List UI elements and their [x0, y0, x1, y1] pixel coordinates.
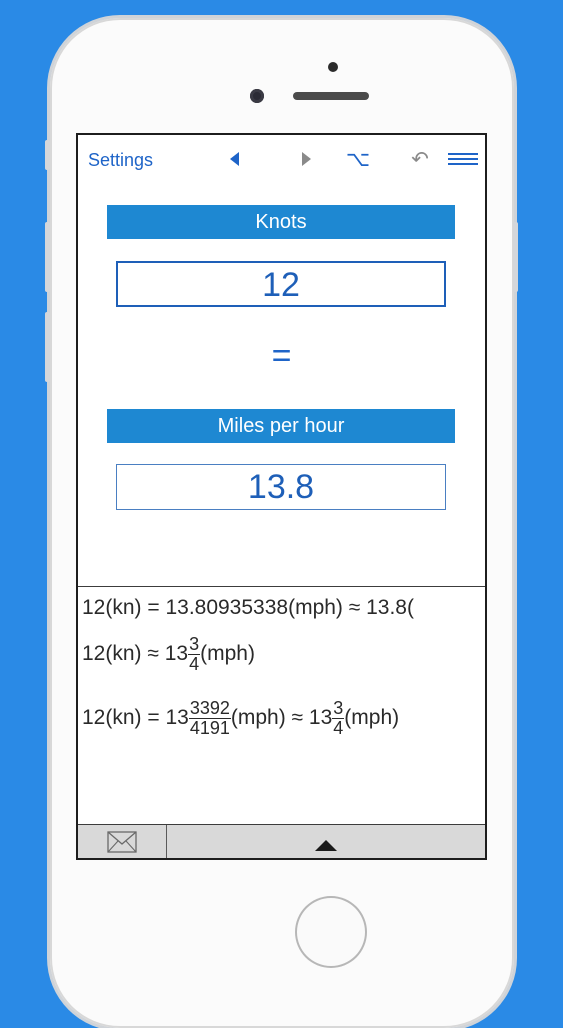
result-line-exact-fraction: 12(kn) = 13 3392 4191 (mph) ≈ 13 3 4 (mph) [82, 698, 400, 738]
back-arrow-icon[interactable] [224, 147, 244, 171]
from-unit-selector[interactable]: Knots [107, 205, 455, 239]
equals-sign: = [271, 337, 292, 375]
mail-icon [107, 830, 137, 853]
result-line-decimal: 12(kn) = 13.80935338(mph) ≈ 13.8( [82, 596, 414, 619]
results-divider [78, 586, 485, 587]
undo-icon[interactable]: ↶ [406, 147, 434, 171]
front-camera [250, 89, 264, 103]
mail-button[interactable] [78, 825, 167, 858]
fraction: 34 [332, 698, 345, 738]
expand-up-icon [315, 840, 337, 851]
home-button[interactable] [295, 896, 367, 968]
result-value-field: 13.8 [116, 464, 446, 510]
app-screen: Settings ⌥ ↶ Knots 12 = Miles per hour 1… [76, 133, 487, 860]
earpiece-speaker [293, 92, 369, 100]
result-line-approx-fraction: 12(kn) ≈ 13 3 4 (mph) [82, 634, 255, 674]
front-sensor [328, 62, 338, 72]
input-value-field[interactable]: 12 [116, 261, 446, 307]
fraction: 3392 4191 [188, 698, 231, 738]
power-button [513, 222, 518, 292]
forward-arrow-icon[interactable] [296, 147, 316, 171]
expand-up-button[interactable] [167, 825, 485, 858]
fraction: 34 [188, 634, 201, 674]
option-key-icon[interactable]: ⌥ [344, 147, 372, 171]
volume-down-button [45, 312, 50, 382]
bottom-bar [78, 824, 485, 858]
menu-icon[interactable] [448, 147, 478, 171]
volume-up-button [45, 222, 50, 292]
to-unit-selector[interactable]: Miles per hour [107, 409, 455, 443]
toolbar: Settings ⌥ ↶ [78, 135, 485, 187]
silent-switch [45, 140, 50, 170]
settings-button[interactable]: Settings [88, 150, 153, 171]
